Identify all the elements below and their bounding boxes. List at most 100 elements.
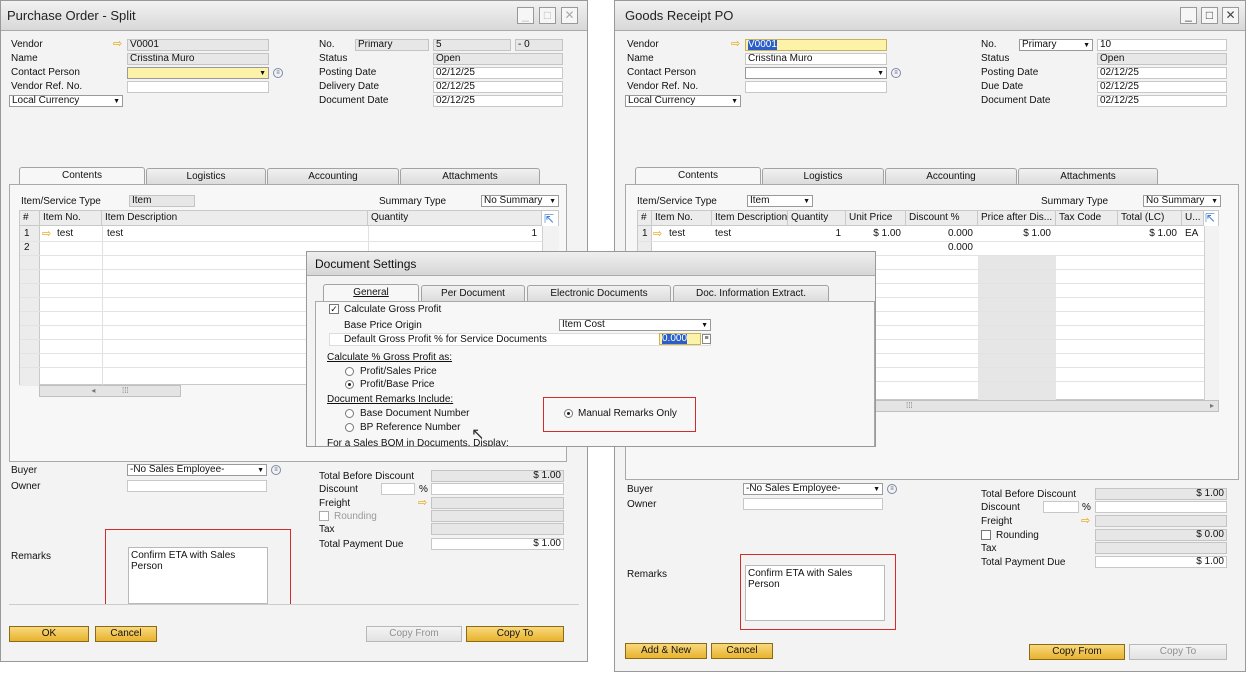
contact-person-dropdown[interactable] [745, 67, 887, 79]
tab-attachments[interactable]: Attachments [1018, 168, 1158, 184]
link-arrow-icon[interactable]: ⇨ [731, 37, 740, 50]
info-icon[interactable]: ≡ [891, 68, 901, 78]
ds-titlebar[interactable]: Document Settings [307, 252, 875, 276]
maximize-icon[interactable]: □ [539, 7, 556, 24]
expand-icon[interactable]: ⇱ [1205, 211, 1215, 225]
col-header[interactable]: Discount % [906, 211, 978, 226]
add-new-button[interactable]: Add & New [625, 643, 707, 659]
vendor-ref-field[interactable] [745, 81, 887, 93]
col-header[interactable]: Total (LC) [1118, 211, 1182, 226]
info-icon[interactable]: ≡ [271, 465, 281, 475]
summary-type-dropdown[interactable]: No Summary [1143, 195, 1221, 207]
link-arrow-icon[interactable]: ⇨ [1081, 514, 1090, 527]
delivery-date-field[interactable]: 02/12/25 [433, 81, 563, 93]
quantity-cell[interactable]: 1 [788, 227, 844, 241]
link-arrow-icon[interactable]: ⇨ [42, 227, 51, 240]
horizontal-scrollbar[interactable]: ⁞⁞⁞ ▸ [875, 400, 1219, 412]
name-field[interactable]: Crisstina Muro [127, 53, 269, 65]
tab-contents[interactable]: Contents [19, 167, 145, 184]
discount-cell[interactable]: 0.000 [906, 227, 976, 241]
scroll-right-icon[interactable]: ▸ [1210, 401, 1214, 411]
name-field[interactable]: Crisstina Muro [745, 53, 887, 65]
po-titlebar[interactable]: Purchase Order - Split _ □ ✕ [1, 1, 587, 31]
discount-cell[interactable]: 0.000 [906, 241, 976, 255]
price-after-discount-cell[interactable]: $ 1.00 [978, 227, 1054, 241]
base-document-radio[interactable] [345, 409, 354, 418]
calculator-icon[interactable]: ≡ [702, 334, 711, 344]
col-header[interactable]: Quantity [788, 211, 846, 226]
currency-dropdown[interactable]: Local Currency [625, 95, 741, 107]
col-header[interactable]: Quantity [368, 211, 542, 226]
link-arrow-icon[interactable]: ⇨ [653, 227, 662, 240]
discount-amount-field[interactable] [431, 483, 564, 495]
tab-accounting[interactable]: Accounting [885, 168, 1017, 184]
uom-cell[interactable]: EA [1182, 227, 1201, 241]
info-icon[interactable]: ≡ [273, 68, 283, 78]
link-arrow-icon[interactable]: ⇨ [418, 496, 427, 509]
item-desc-cell[interactable]: test [712, 227, 734, 241]
ok-button[interactable]: OK [9, 626, 89, 642]
default-gp-field[interactable]: 0.000 [659, 333, 701, 345]
document-date-field[interactable]: 02/12/25 [1097, 95, 1227, 107]
contact-person-dropdown[interactable] [127, 67, 269, 79]
item-type-field[interactable]: Item [129, 195, 195, 207]
item-no-cell[interactable]: test [54, 227, 76, 241]
discount-amount-field[interactable] [1095, 501, 1227, 513]
discount-percent-field[interactable] [1043, 501, 1079, 513]
quantity-cell[interactable]: 1 [370, 227, 540, 241]
document-date-field[interactable]: 02/12/25 [433, 95, 563, 107]
owner-field[interactable] [127, 480, 267, 492]
currency-dropdown[interactable]: Local Currency [9, 95, 123, 107]
gr-titlebar[interactable]: Goods Receipt PO _ □ ✕ [615, 1, 1245, 31]
col-header[interactable]: Item Description [712, 211, 788, 226]
due-date-field[interactable]: 02/12/25 [1097, 81, 1227, 93]
col-header[interactable]: Item Description [102, 211, 368, 226]
col-header[interactable]: Item No. [40, 211, 102, 226]
total-lc-cell[interactable]: $ 1.00 [1118, 227, 1180, 241]
summary-type-dropdown[interactable]: No Summary [481, 195, 559, 207]
link-arrow-icon[interactable]: ⇨ [113, 37, 122, 50]
minimize-icon[interactable]: _ [517, 7, 534, 24]
minimize-icon[interactable]: _ [1180, 7, 1197, 24]
profit-sales-radio[interactable] [345, 367, 354, 376]
tab-accounting[interactable]: Accounting [267, 168, 399, 184]
item-desc-cell[interactable]: test [104, 227, 126, 241]
rounding-checkbox[interactable] [981, 530, 991, 540]
tab-doc-information-extract[interactable]: Doc. Information Extract. [673, 285, 829, 301]
item-no-cell[interactable]: test [666, 227, 688, 241]
col-header[interactable]: Price after Dis... [978, 211, 1056, 226]
base-price-origin-dropdown[interactable]: Item Cost [559, 319, 711, 331]
cancel-button[interactable]: Cancel [95, 626, 157, 642]
series-dropdown[interactable]: Primary [1019, 39, 1093, 51]
vendor-field[interactable]: V0001 [127, 39, 269, 51]
horizontal-scrollbar[interactable]: ◂ ⁞⁞⁞ [39, 385, 181, 397]
copy-to-button[interactable]: Copy To [1129, 644, 1227, 660]
tab-logistics[interactable]: Logistics [146, 168, 266, 184]
posting-date-field[interactable]: 02/12/25 [433, 67, 563, 79]
item-type-dropdown[interactable]: Item [747, 195, 813, 207]
series-field[interactable]: Primary [355, 39, 429, 51]
copy-from-button[interactable]: Copy From [1029, 644, 1125, 660]
tab-contents[interactable]: Contents [635, 167, 761, 184]
owner-field[interactable] [743, 498, 883, 510]
doc-number-field[interactable]: 5 [433, 39, 511, 51]
buyer-dropdown[interactable]: -No Sales Employee- [743, 483, 883, 495]
vendor-ref-field[interactable] [127, 81, 269, 93]
discount-percent-field[interactable] [381, 483, 415, 495]
posting-date-field[interactable]: 02/12/25 [1097, 67, 1227, 79]
maximize-icon[interactable]: □ [1201, 7, 1218, 24]
unit-price-cell[interactable]: $ 1.00 [846, 227, 904, 241]
bp-reference-radio[interactable] [345, 423, 354, 432]
expand-icon[interactable]: ⇱ [544, 212, 554, 226]
buyer-dropdown[interactable]: -No Sales Employee- [127, 464, 267, 476]
doc-number-field[interactable]: 10 [1097, 39, 1227, 51]
cancel-button[interactable]: Cancel [711, 643, 773, 659]
tab-per-document[interactable]: Per Document [421, 285, 525, 301]
col-header[interactable]: # [20, 211, 40, 226]
tab-general[interactable]: General [323, 284, 419, 301]
calc-gross-profit-checkbox[interactable]: ✓ [329, 304, 339, 314]
col-header[interactable]: # [638, 211, 652, 226]
col-header[interactable]: U... [1182, 211, 1204, 226]
tab-attachments[interactable]: Attachments [400, 168, 540, 184]
profit-base-radio[interactable] [345, 380, 354, 389]
